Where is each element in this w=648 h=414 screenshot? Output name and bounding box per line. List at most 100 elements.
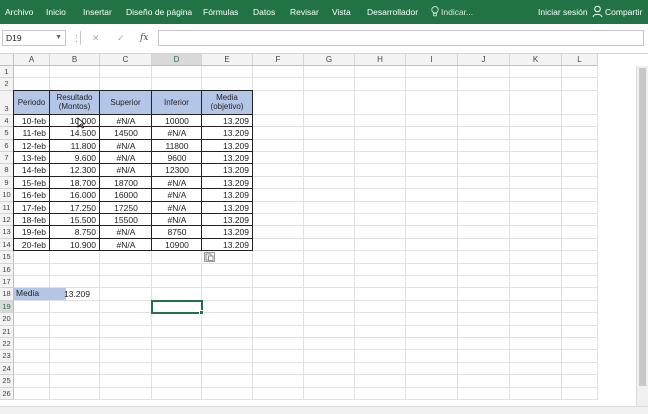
table-header-media[interactable]: Media (objetivo) <box>201 89 253 115</box>
table-header-inferior-line: Inferior <box>164 97 189 107</box>
formula-input[interactable] <box>158 30 644 46</box>
column-header-f[interactable]: F <box>253 54 304 66</box>
row-header-13[interactable]: 13 <box>0 226 14 239</box>
vertical-scroll-thumb[interactable] <box>639 68 646 386</box>
row-header-11[interactable]: 11 <box>0 201 14 214</box>
summary-media-value[interactable]: 13.209 <box>50 288 94 300</box>
row-header-10[interactable]: 10 <box>0 189 14 202</box>
tab-inicio[interactable]: Inicio <box>46 0 66 24</box>
formula-bar: D19 ▼ ⋮ ✕ ✓ fx <box>0 24 648 54</box>
tab-diseno-de-pagina[interactable]: Diseño de página <box>126 0 192 24</box>
share-button[interactable]: Compartir <box>605 0 642 24</box>
column-header-k[interactable]: K <box>510 54 562 66</box>
table-row-border <box>13 225 253 227</box>
gridline-horizontal <box>14 299 598 301</box>
table-header-resultado[interactable]: Resultado (Montos) <box>49 89 100 115</box>
tab-desarrollador[interactable]: Desarrollador <box>367 0 418 24</box>
fill-handle[interactable] <box>199 310 204 316</box>
tab-vista[interactable]: Vista <box>332 0 351 24</box>
table-header-inferior[interactable]: Inferior <box>151 89 202 115</box>
table-column-border <box>13 113 50 252</box>
table-column-border <box>151 113 202 252</box>
table-header-periodo[interactable]: Periodo <box>13 89 50 115</box>
table-row-border <box>13 188 253 190</box>
row-header-23[interactable]: 23 <box>0 350 14 363</box>
table-header-periodo-line: Periodo <box>17 97 46 107</box>
ribbon-tab-bar: Archivo Inicio Insertar Diseño de página… <box>0 0 648 24</box>
column-header-a[interactable]: A <box>14 54 50 66</box>
row-header-8[interactable]: 8 <box>0 164 14 177</box>
gridline-horizontal <box>14 399 598 400</box>
table-header-resultado-line: (Montos) <box>58 102 91 112</box>
row-header-20[interactable]: 20 <box>0 313 14 326</box>
row-header-1[interactable]: 1 <box>0 66 14 79</box>
select-all-corner[interactable] <box>0 54 14 66</box>
tab-datos[interactable]: Datos <box>253 0 275 24</box>
row-header-9[interactable]: 9 <box>0 176 14 190</box>
gridline-horizontal <box>14 287 598 289</box>
row-header-18[interactable]: 18 <box>0 288 14 301</box>
tab-archivo[interactable]: Archivo <box>5 0 33 24</box>
row-header-12[interactable]: 12 <box>0 214 14 227</box>
row-header-26[interactable]: 26 <box>0 387 14 400</box>
row-header-6[interactable]: 6 <box>0 139 14 152</box>
lightbulb-icon <box>431 6 439 17</box>
row-header-3[interactable]: 3 <box>0 90 14 115</box>
column-header-h[interactable]: H <box>355 54 406 66</box>
table-row-border <box>13 151 253 152</box>
row-header-17[interactable]: 17 <box>0 276 14 289</box>
tell-me-search[interactable]: Indicar... <box>441 0 473 24</box>
person-icon <box>592 5 603 18</box>
column-header-d[interactable]: D <box>152 54 202 66</box>
clipboard-icon <box>205 253 214 262</box>
worksheet-grid[interactable]: A B C D E F G H I J K L 1 2 3 4 5 6 7 8 9 10 11 12 13 14 15 16 17 18 1… <box>0 54 636 406</box>
row-header-5[interactable]: 5 <box>0 127 14 140</box>
selected-cell-d19[interactable] <box>151 299 204 316</box>
name-box[interactable]: D19 ▼ <box>2 30 66 46</box>
row-header-22[interactable]: 22 <box>0 338 14 351</box>
row-header-15[interactable]: 15 <box>0 251 14 264</box>
table-header-superior[interactable]: Superior <box>99 89 152 115</box>
horizontal-scrollbar[interactable] <box>0 406 648 414</box>
column-header-j[interactable]: J <box>458 54 510 66</box>
table-header-inferior-text: Inferior <box>164 98 189 108</box>
gridline-horizontal <box>14 337 598 338</box>
column-header-l[interactable]: L <box>562 54 598 66</box>
row-header-19[interactable]: 19 <box>0 300 14 314</box>
table-header-media-line: Media <box>216 92 238 102</box>
chevron-down-icon[interactable]: ▼ <box>55 31 62 45</box>
enter-icon[interactable]: ✓ <box>117 30 125 46</box>
row-header-24[interactable]: 24 <box>0 362 14 376</box>
tab-revisar[interactable]: Revisar <box>290 0 319 24</box>
row-header-4[interactable]: 4 <box>0 114 14 128</box>
column-header-g[interactable]: G <box>304 54 355 66</box>
column-header-e[interactable]: E <box>202 54 253 66</box>
signin-link[interactable]: Iniciar sesión <box>538 0 588 24</box>
row-header-25[interactable]: 25 <box>0 375 14 388</box>
gridline-horizontal <box>14 77 598 79</box>
gridline-horizontal <box>14 386 598 388</box>
column-header-c[interactable]: C <box>100 54 152 66</box>
formula-divider <box>80 31 81 45</box>
table-row-border <box>13 138 253 140</box>
gridline-horizontal <box>14 349 598 351</box>
paste-options-icon[interactable] <box>204 252 215 263</box>
column-header-i[interactable]: I <box>406 54 458 66</box>
gridline-horizontal <box>14 361 598 363</box>
row-header-21[interactable]: 21 <box>0 325 14 338</box>
table-header-resultado-line: Resultado <box>56 92 93 102</box>
row-header-7[interactable]: 7 <box>0 152 14 165</box>
table-column-border <box>99 113 152 252</box>
tab-insertar[interactable]: Insertar <box>83 0 112 24</box>
row-header-14[interactable]: 14 <box>0 238 14 252</box>
column-header-b[interactable]: B <box>50 54 100 66</box>
gridline-horizontal <box>14 275 598 276</box>
insert-function-icon[interactable]: fx <box>140 30 148 46</box>
gridline-horizontal <box>14 374 598 376</box>
table-row-border <box>13 250 253 252</box>
row-header-2[interactable]: 2 <box>0 78 14 91</box>
vertical-scrollbar[interactable] <box>636 66 648 406</box>
cancel-icon[interactable]: ✕ <box>92 30 100 46</box>
tab-formulas[interactable]: Fórmulas <box>203 0 238 24</box>
row-header-16[interactable]: 16 <box>0 263 14 276</box>
